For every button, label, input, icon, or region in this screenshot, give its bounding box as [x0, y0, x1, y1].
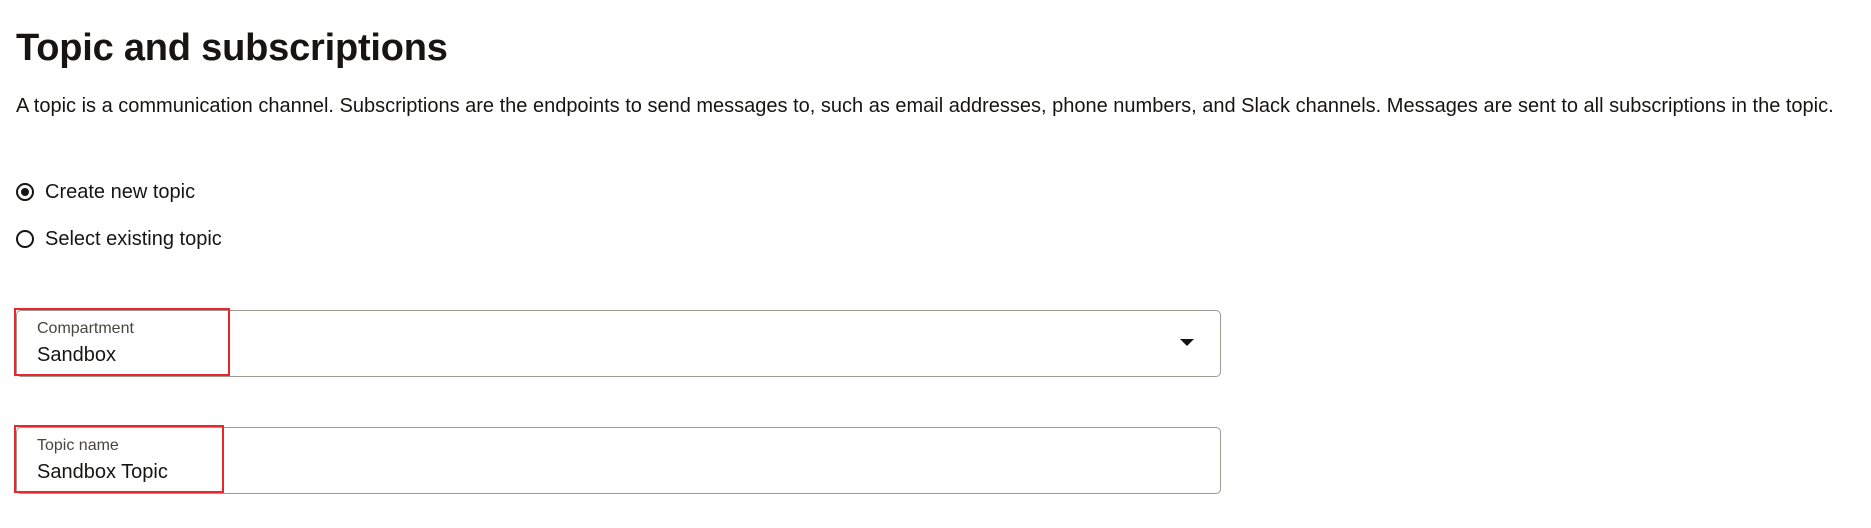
chevron-down-icon[interactable] [1180, 339, 1194, 346]
radio-create-new-topic[interactable]: Create new topic [16, 178, 195, 206]
compartment-select[interactable]: Compartment Sandbox [16, 310, 1221, 377]
radio-button-unselected[interactable] [16, 230, 34, 248]
topic-name-label: Topic name [37, 437, 119, 454]
compartment-label: Compartment [37, 320, 134, 337]
topic-name-field[interactable]: Topic name [16, 427, 1221, 494]
section-description: A topic is a communication channel. Subs… [16, 95, 1834, 117]
radio-button-selected[interactable] [16, 183, 34, 201]
topic-name-input[interactable] [37, 459, 1137, 485]
radio-label-select-existing-topic: Select existing topic [45, 228, 222, 250]
compartment-value: Sandbox [37, 344, 116, 366]
section-title: Topic and subscriptions [16, 27, 448, 69]
radio-label-create-new-topic: Create new topic [45, 181, 196, 203]
radio-select-existing-topic[interactable]: Select existing topic [16, 225, 222, 253]
